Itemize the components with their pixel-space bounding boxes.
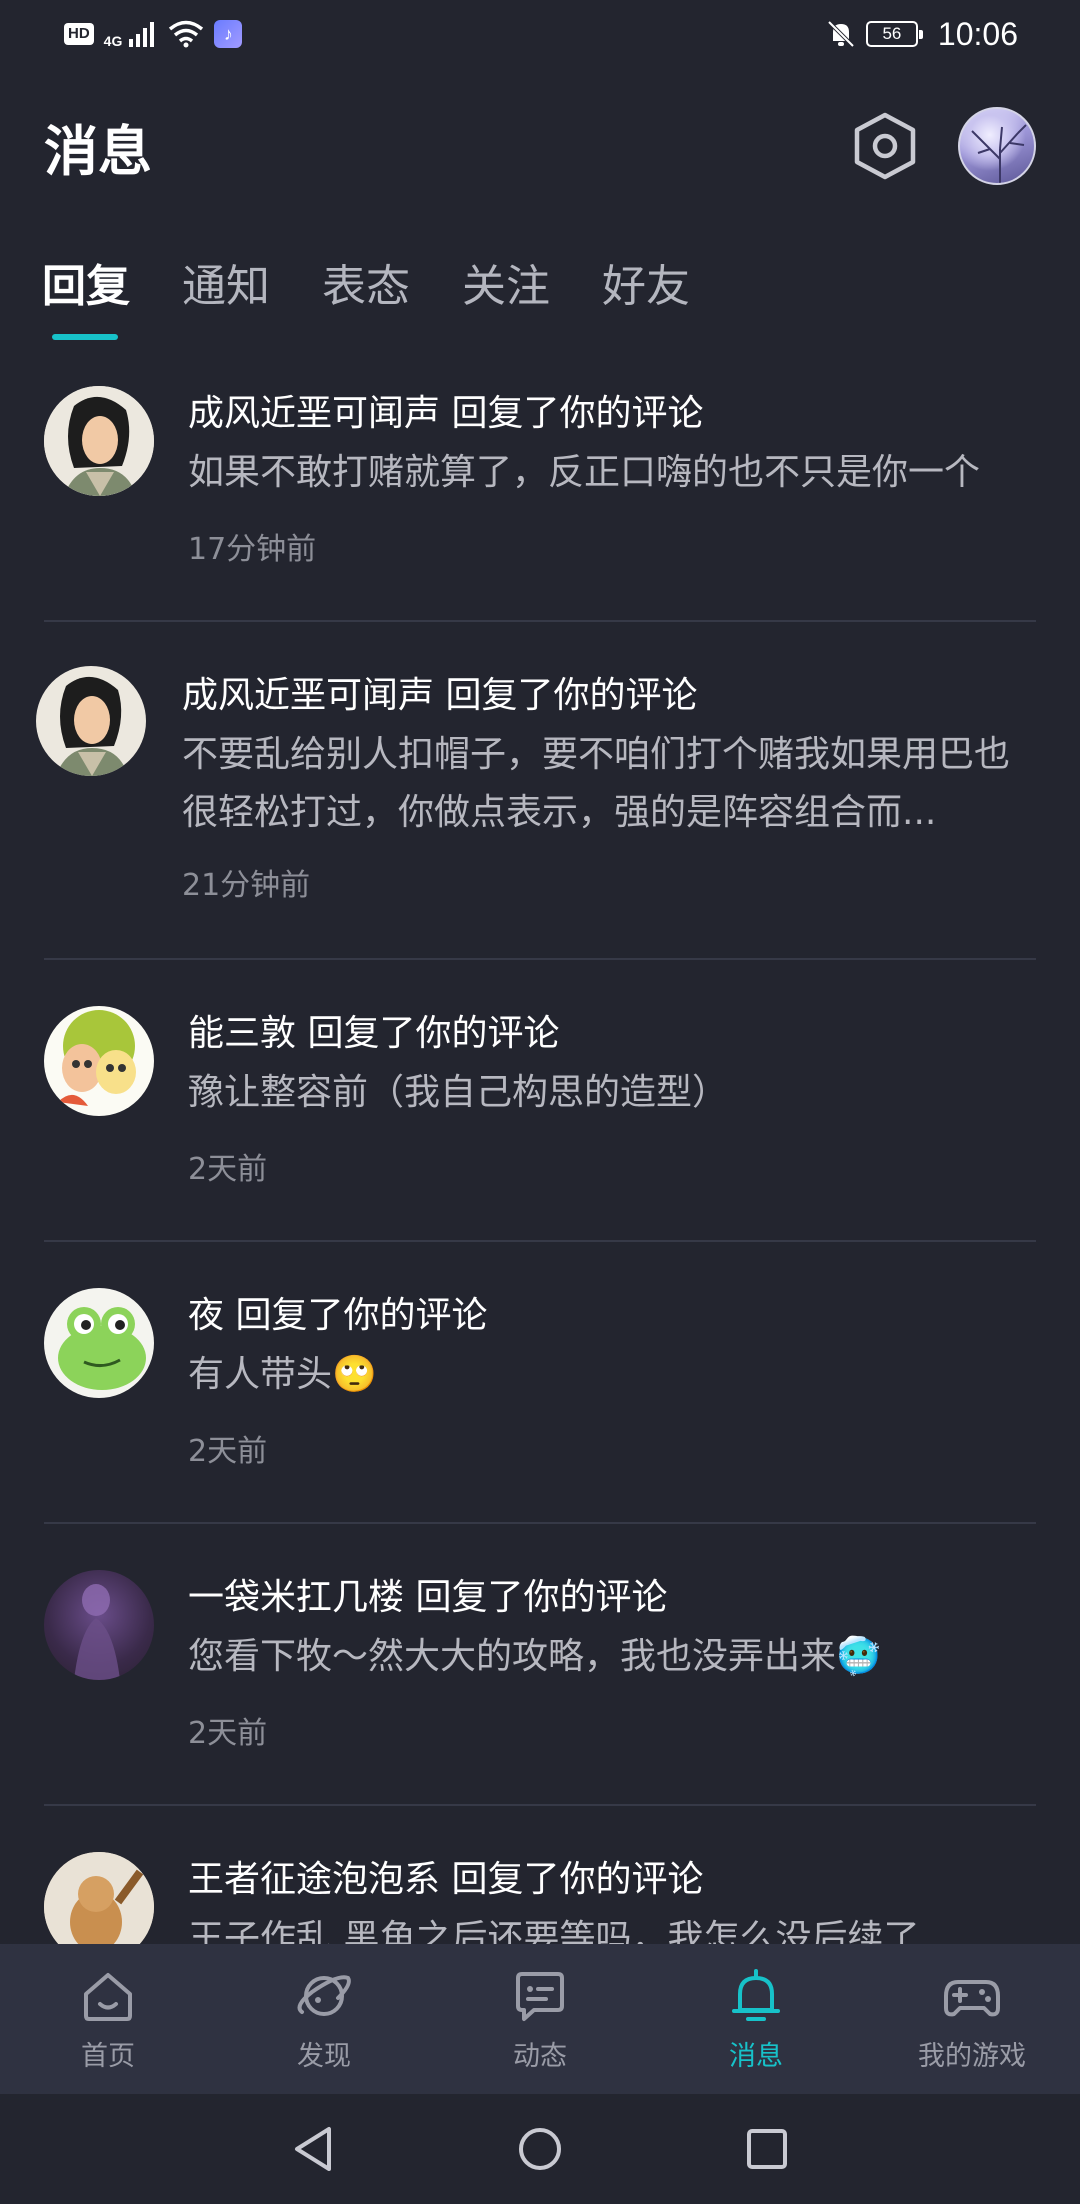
tab-follows[interactable]: 关注	[462, 250, 550, 340]
status-left: HD 4G ♪	[64, 19, 243, 49]
message-time: 2天前	[188, 1716, 268, 1751]
page-header: 消息	[0, 96, 1080, 196]
message-sender-action: 成风近垩可闻声 回复了你的评论	[188, 393, 704, 434]
user-avatar[interactable]	[958, 107, 1036, 185]
status-right: 56 10:06	[826, 16, 1018, 53]
nav-label: 我的游戏	[918, 2040, 1026, 2072]
home-icon	[84, 1972, 132, 2021]
back-button[interactable]	[283, 2119, 343, 2179]
status-bar: HD 4G ♪ 56 10:06	[0, 0, 1080, 68]
message-sender-action: 夜 回复了你的评论	[188, 1295, 488, 1336]
nav-label: 首页	[81, 2040, 135, 2072]
planet-icon	[297, 1974, 351, 2016]
message-content: 有人带头🙄	[188, 1354, 377, 1395]
tab-friends[interactable]: 好友	[602, 250, 690, 340]
nav-messages[interactable]: 消息	[648, 1944, 864, 2094]
clock: 10:06	[937, 15, 1018, 52]
gamepad-icon	[944, 1979, 1000, 2016]
list-item[interactable]: 成风近垩可闻声 回复了你的评论 不要乱给别人扣帽子，要不咱们打个赌我如果用巴也很…	[36, 622, 1036, 960]
system-navigation-bar	[0, 2094, 1080, 2204]
bell-off-icon	[827, 20, 855, 48]
tab-reactions[interactable]: 表态	[322, 250, 410, 340]
app-notification-icon: ♪	[214, 20, 243, 48]
message-list: 成风近垩可闻声 回复了你的评论 如果不敢打赌就算了，反正口嗨的也不只是你一个 1…	[0, 370, 1080, 1944]
tab-label: 通知	[182, 261, 270, 312]
message-time: 2天前	[188, 1434, 268, 1469]
recents-button[interactable]	[737, 2119, 797, 2179]
message-content: 如果不敢打赌就算了，反正口嗨的也不只是你一个	[188, 452, 981, 493]
home-circle-icon	[518, 2128, 561, 2170]
nav-home[interactable]: 首页	[0, 1944, 216, 2094]
battery-icon: 56	[865, 21, 923, 47]
list-item[interactable]: 成风近垩可闻声 回复了你的评论 如果不敢打赌就算了，反正口嗨的也不只是你一个 1…	[44, 370, 1036, 622]
settings-button[interactable]	[850, 111, 920, 181]
message-tabs: 回复 通知 表态 关注 好友	[42, 250, 690, 340]
message-sender-action: 成风近垩可闻声 回复了你的评论	[182, 675, 698, 716]
avatar[interactable]	[44, 1852, 154, 1944]
nav-label: 消息	[729, 2040, 783, 2072]
nav-discover[interactable]: 发现	[216, 1944, 432, 2094]
tab-notifications[interactable]: 通知	[182, 250, 270, 340]
header-actions	[850, 107, 1036, 185]
message-time: 21分钟前	[182, 868, 311, 903]
avatar[interactable]	[44, 386, 154, 496]
message-content: 豫让整容前（我自己构思的造型）	[188, 1072, 729, 1113]
message-time: 2天前	[188, 1152, 268, 1187]
nav-feed[interactable]: 动态	[432, 1944, 648, 2094]
list-item[interactable]: 夜 回复了你的评论 有人带头🙄 2天前	[44, 1242, 1036, 1524]
hd-badge: HD	[64, 23, 94, 45]
tab-label: 好友	[602, 261, 690, 312]
page-title: 消息	[44, 119, 152, 183]
chat-icon	[516, 1971, 564, 2021]
signal-icon	[129, 22, 155, 47]
settings-hexagon-icon	[854, 112, 916, 180]
message-sender-action: 王者征途泡泡系 回复了你的评论	[188, 1859, 704, 1900]
list-item[interactable]: 能三敦 回复了你的评论 豫让整容前（我自己构思的造型） 2天前	[44, 960, 1036, 1242]
avatar[interactable]	[36, 666, 146, 776]
tab-label: 关注	[462, 261, 550, 312]
message-time: 17分钟前	[188, 532, 317, 567]
avatar-cat-icon	[44, 1852, 154, 1944]
message-content: 王子作乱 黑角之后还要等吗，我怎么没后续了	[188, 1918, 920, 1944]
back-triangle-icon	[295, 2127, 332, 2171]
avatar[interactable]	[44, 1288, 154, 1398]
message-sender-action: 能三敦 回复了你的评论	[188, 1013, 560, 1054]
avatar-tree-icon	[971, 124, 1027, 183]
avatar-dark-figure-icon	[74, 1584, 120, 1680]
wifi-icon	[169, 20, 204, 48]
message-content: 您看下牧～然大大的攻略，我也没弄出来🥶	[188, 1636, 881, 1677]
avatar-frog-icon	[44, 1288, 154, 1398]
list-item[interactable]: 一袋米扛几楼 回复了你的评论 您看下牧～然大大的攻略，我也没弄出来🥶 2天前	[44, 1524, 1036, 1806]
avatar-warrior-icon	[44, 386, 154, 496]
list-item[interactable]: 王者征途泡泡系 回复了你的评论 王子作乱 黑角之后还要等吗，我怎么没后续了	[44, 1806, 1036, 1944]
home-button[interactable]	[510, 2119, 570, 2179]
bottom-navigation: 首页 发现 动态 消息 我的游戏	[0, 1944, 1080, 2094]
tab-label: 表态	[322, 261, 410, 312]
nav-my-games[interactable]: 我的游戏	[864, 1944, 1080, 2094]
nav-label: 动态	[513, 2040, 567, 2072]
battery-level: 56	[882, 24, 902, 43]
avatar[interactable]	[44, 1006, 154, 1116]
message-sender-action: 一袋米扛几楼 回复了你的评论	[188, 1577, 668, 1618]
active-tab-indicator	[52, 334, 118, 340]
network-type: 4G	[103, 33, 123, 49]
nav-label: 发现	[297, 2040, 351, 2072]
bell-icon	[732, 1968, 780, 2021]
avatar[interactable]	[44, 1570, 154, 1680]
tab-label: 回复	[42, 261, 130, 312]
avatar-warrior-icon	[36, 666, 146, 776]
recents-square-icon	[746, 2129, 787, 2169]
avatar-cartoon-icon	[44, 1006, 154, 1116]
message-content: 不要乱给别人扣帽子，要不咱们打个赌我如果用巴也很轻松打过，你做点表示，强的是阵容…	[182, 734, 1011, 833]
tab-replies[interactable]: 回复	[42, 250, 130, 340]
